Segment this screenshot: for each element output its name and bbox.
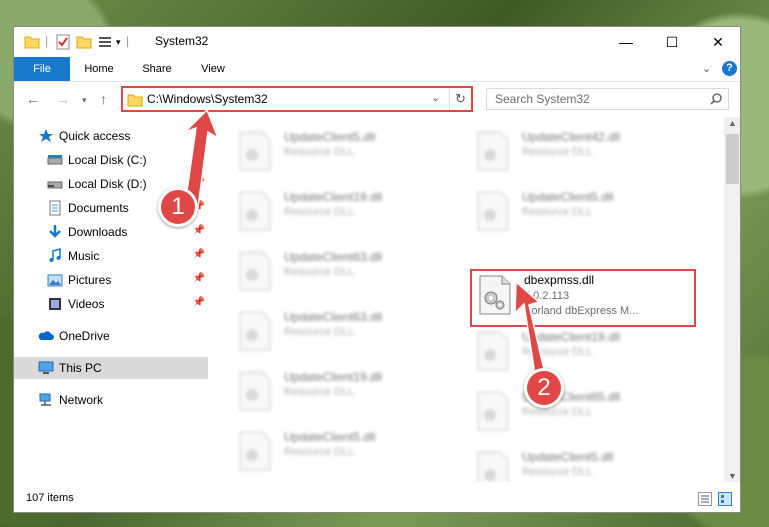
drive-icon <box>47 181 63 189</box>
dll-file-icon <box>477 451 509 482</box>
videos-icon <box>49 298 61 310</box>
maximize-button[interactable]: ☐ <box>649 27 695 57</box>
pin-icon[interactable]: 📌 <box>193 225 205 236</box>
file-tile[interactable]: UpdateClient5.dll Resource DLL <box>470 185 700 235</box>
dll-file-icon <box>239 431 271 471</box>
qat-dropdown-icon[interactable]: ▾ <box>116 37 121 53</box>
address-row: ← → ▾ ↑ C:\Windows\System32 ⌄ ↻ Search S… <box>14 83 740 117</box>
pin-icon[interactable]: 📌 <box>193 297 205 308</box>
search-icon[interactable] <box>710 93 722 105</box>
pictures-icon <box>47 274 63 287</box>
dll-file-icon <box>239 251 271 291</box>
nav-item-onedrive[interactable]: OneDrive <box>14 325 208 347</box>
chevron-down-icon[interactable]: ⌄ <box>702 62 711 75</box>
pin-icon[interactable]: 📌 <box>193 177 205 188</box>
dll-file-icon <box>477 331 509 371</box>
dll-file-icon <box>239 131 271 171</box>
network-icon <box>39 393 51 406</box>
close-button[interactable]: ✕ <box>695 27 740 57</box>
scroll-down-icon[interactable]: ▼ <box>728 471 737 481</box>
nav-item-videos[interactable]: Videos 📌 <box>14 293 208 315</box>
file-tile[interactable]: UpdateClient5.dll Resource DLL <box>232 425 462 475</box>
dll-file-icon <box>239 311 271 351</box>
explorer-window: | ▾ | System32 — ☐ ✕ File Home Share Vie… <box>13 26 741 513</box>
address-bar[interactable]: C:\Windows\System32 ⌄ ↻ <box>121 86 473 112</box>
step-2-badge: 2 <box>524 368 564 408</box>
help-icon[interactable]: ? <box>722 61 737 76</box>
refresh-icon[interactable]: ↻ <box>455 91 466 107</box>
step-1-badge: 1 <box>158 187 198 227</box>
file-tile[interactable]: UpdateClient5.dll Resource DLL <box>470 445 700 482</box>
cloud-icon <box>38 331 54 340</box>
nav-item-this-pc[interactable]: This PC <box>14 357 208 379</box>
address-dropdown-icon[interactable]: ⌄ <box>431 91 440 104</box>
file-tile[interactable]: UpdateClient19.dll Resource DLL <box>232 365 462 415</box>
dll-file-icon <box>239 191 271 231</box>
dll-file-icon <box>477 131 509 171</box>
vertical-scrollbar[interactable]: ▲ ▼ <box>724 117 740 482</box>
separator: | <box>45 34 49 48</box>
tab-view[interactable]: View <box>190 57 236 81</box>
drive-icon <box>47 155 63 165</box>
nav-item-network[interactable]: Network <box>14 389 208 411</box>
dll-file-icon <box>477 191 509 231</box>
back-arrow-icon[interactable]: ← <box>26 91 40 107</box>
tiles-view-icon[interactable] <box>718 492 732 506</box>
file-tile[interactable]: UpdateClient19.dll Resource DLL <box>470 325 700 375</box>
separator: | <box>126 34 130 48</box>
title-bar: | ▾ | System32 — ☐ ✕ <box>14 27 740 57</box>
file-tile[interactable]: UpdateClient65.dll Resource DLL <box>470 385 700 435</box>
highlight-box <box>470 269 696 327</box>
status-bar: 107 items <box>14 485 740 512</box>
window-title: System32 <box>155 34 209 48</box>
music-icon <box>49 248 61 262</box>
tab-share[interactable]: Share <box>132 57 182 81</box>
dll-file-icon <box>239 371 271 411</box>
address-path: C:\Windows\System32 <box>147 92 268 106</box>
search-placeholder: Search System32 <box>495 92 590 106</box>
item-count: 107 items <box>26 492 74 504</box>
nav-item-quick-access[interactable]: Quick access <box>14 125 208 147</box>
download-icon <box>49 225 61 238</box>
search-input[interactable]: Search System32 <box>486 88 729 110</box>
forward-arrow-icon[interactable]: → <box>56 91 70 107</box>
nav-item-local-disk-c[interactable]: Local Disk (C:) 📌 <box>14 149 208 171</box>
nav-item-music[interactable]: Music 📌 <box>14 245 208 267</box>
up-arrow-icon[interactable]: ↑ <box>100 91 107 107</box>
file-tile[interactable]: UpdateClient42.dll Resource DLL <box>470 125 700 175</box>
folder-icon <box>127 94 143 107</box>
computer-icon <box>38 361 54 374</box>
pin-icon[interactable]: 📌 <box>193 153 205 164</box>
file-tile[interactable]: UpdateClient63.dll Resource DLL <box>232 245 462 295</box>
scroll-thumb[interactable] <box>726 134 739 184</box>
properties-icon[interactable] <box>55 34 71 50</box>
details-view-icon[interactable] <box>698 492 712 506</box>
documents-icon <box>49 200 61 216</box>
folder-icon <box>24 36 40 49</box>
minimize-button[interactable]: — <box>603 27 649 57</box>
pin-icon[interactable]: 📌 <box>193 273 205 284</box>
nav-item-pictures[interactable]: Pictures 📌 <box>14 269 208 291</box>
ribbon-tabs: File Home Share View ⌄ ? <box>14 57 740 82</box>
file-tile[interactable]: UpdateClient63.dll Resource DLL <box>232 305 462 355</box>
tab-file[interactable]: File <box>14 57 70 81</box>
file-tile[interactable]: UpdateClient19.dll Resource DLL <box>232 185 462 235</box>
navigation-pane: Quick access Local Disk (C:) 📌 Local Dis… <box>14 117 208 482</box>
star-icon <box>39 129 53 142</box>
recent-locations-icon[interactable]: ▾ <box>82 95 87 106</box>
new-folder-icon[interactable] <box>76 34 92 50</box>
tab-home[interactable]: Home <box>76 57 122 81</box>
dll-file-icon <box>477 391 509 431</box>
pin-icon[interactable]: 📌 <box>193 249 205 260</box>
scroll-up-icon[interactable]: ▲ <box>728 118 737 128</box>
file-tile[interactable]: UpdateClient5.dll Resource DLL <box>232 125 462 175</box>
file-list: UpdateClient5.dll Resource DLL UpdateCli… <box>208 117 724 482</box>
customize-icon[interactable] <box>97 34 113 50</box>
